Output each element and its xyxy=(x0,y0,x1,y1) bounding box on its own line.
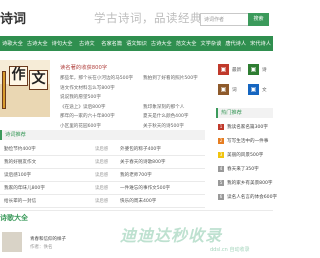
category-icon[interactable]: ▣ xyxy=(248,64,259,75)
row-tag: 读后感 xyxy=(95,173,109,178)
row-left-link[interactable]: 勤俭节约400字 xyxy=(4,146,36,152)
site-logo[interactable]: 诗词 xyxy=(0,8,26,27)
list-item[interactable]: 我印象深刻的那个人 xyxy=(143,104,184,110)
section-divider xyxy=(0,210,273,211)
row-left-link[interactable]: 读后感100字 xyxy=(4,172,31,178)
list-item[interactable]: 小区里的花园600字 xyxy=(60,123,101,129)
row-right-link[interactable]: 我的老师700字 xyxy=(120,172,152,178)
watermark-small: ddsl.cn 自动收录 xyxy=(210,247,250,253)
rank-badge: 2 xyxy=(218,138,224,144)
row-tag: 读后感 xyxy=(95,147,109,152)
list-item[interactable]: 说说我的愿望500字 xyxy=(60,94,101,100)
category-label[interactable]: 最新 xyxy=(232,67,241,73)
list-item[interactable]: 《在途上》读后800字 xyxy=(60,104,106,110)
banner-char-1: 作 xyxy=(9,66,28,86)
list-item[interactable]: 夏天是什么颜色400字 xyxy=(143,113,189,119)
row-left-link[interactable]: 我家的年味儿800字 xyxy=(4,185,45,191)
site-slogan: 学古诗词，品读经典 xyxy=(94,11,202,25)
hot-item[interactable]: 读名人名言的体会600字 xyxy=(227,194,277,200)
watermark: 迪迪达秒收录 xyxy=(120,226,223,245)
nav-item[interactable]: 语文知识 xyxy=(124,40,149,47)
row-divider xyxy=(0,207,205,208)
nav-item[interactable]: 文学杂谈 xyxy=(199,40,224,47)
nav-item[interactable]: 诗歌大全 xyxy=(0,40,25,47)
category-icon[interactable]: ▣ xyxy=(218,64,229,75)
row-tag: 读后感 xyxy=(95,160,109,165)
hot-item[interactable]: 写写生活中的一件事 xyxy=(227,138,268,144)
hot-item[interactable]: 美丽的风景500字 xyxy=(227,152,263,158)
category-icon[interactable]: ▣ xyxy=(248,84,259,95)
poem-author: 作者：佚名 xyxy=(30,245,53,250)
search-input[interactable]: 诗词作者 xyxy=(200,13,248,26)
row-right-link[interactable]: 快乐的周末400字 xyxy=(120,198,156,204)
category-label[interactable]: 诗 xyxy=(262,67,267,73)
row-right-link[interactable]: 一件难忘的事作文500字 xyxy=(120,185,170,191)
row-tag: 读后感 xyxy=(95,186,109,191)
hot-item[interactable]: 我读名家名篇300字 xyxy=(227,124,268,130)
bottom-section-title: 诗歌大全 xyxy=(0,214,28,222)
row-right-link[interactable]: 关于春天的诗歌800字 xyxy=(120,159,166,165)
rank-badge: 3 xyxy=(218,152,224,158)
list-item[interactable]: 语文作文材料怎么写800字 xyxy=(60,85,115,91)
row-right-link[interactable]: 外婆包的粽子400字 xyxy=(120,146,161,152)
list-title[interactable]: 读名著的收获800字 xyxy=(60,63,107,71)
nav-item[interactable]: 宋代诗人 xyxy=(248,40,273,47)
rank-badge: 5 xyxy=(218,180,224,186)
rank-badge: 4 xyxy=(218,166,224,172)
nav-item[interactable]: 名家名篇 xyxy=(99,40,124,47)
nav-item[interactable]: 范文大全 xyxy=(174,40,199,47)
row-left-link[interactable]: 给长辈的一封信 xyxy=(4,198,36,204)
category-label[interactable]: 文 xyxy=(262,87,267,93)
hot-item[interactable]: 春天来了350字 xyxy=(227,166,259,172)
row-divider xyxy=(0,181,205,182)
nav-item[interactable]: 唐代诗人 xyxy=(223,40,248,47)
rank-badge: 1 xyxy=(218,124,224,130)
list-item[interactable]: 我拍到了好看的照片500字 xyxy=(143,75,198,81)
row-divider xyxy=(0,155,205,156)
recommend-section-title: 诗词推荐 xyxy=(0,130,205,140)
search-button[interactable]: 搜索 xyxy=(248,13,269,26)
nav-item[interactable]: 诗句大全 xyxy=(50,40,75,47)
row-divider xyxy=(0,194,205,195)
list-item[interactable]: 那年的一家的六十年800字 xyxy=(60,113,115,119)
rank-badge: 6 xyxy=(218,194,224,200)
nav-item[interactable]: 古诗大全 xyxy=(149,40,174,47)
row-tag: 读后感 xyxy=(95,199,109,204)
row-divider xyxy=(0,168,205,169)
row-left-link[interactable]: 我的好朋友作文 xyxy=(4,159,36,165)
hot-section-title: 热门推荐 xyxy=(216,108,273,118)
category-label[interactable]: 词 xyxy=(232,87,237,93)
nav-item[interactable]: 古诗文 xyxy=(74,40,99,47)
poem-title[interactable]: 青春和信仰的样子 xyxy=(30,236,66,242)
nav-item[interactable]: 古诗大全 xyxy=(25,40,50,47)
main-nav: 诗歌大全 古诗大全 诗句大全 古诗文 名家名篇 语文知识 古诗大全 范文大全 文学杂谈 唐代诗人宋… xyxy=(0,36,273,51)
poem-thumbnail[interactable] xyxy=(2,232,22,252)
category-icon[interactable]: ▣ xyxy=(218,84,229,95)
pencil-icon xyxy=(2,71,6,109)
list-item[interactable]: 关于秋天的诗500字 xyxy=(143,123,184,129)
hot-item[interactable]: 我的家乡有美景800字 xyxy=(227,180,273,186)
list-item[interactable]: 那些年，那个长在小河边的马500字 xyxy=(60,75,133,81)
banner-char-2: 文 xyxy=(29,70,48,90)
